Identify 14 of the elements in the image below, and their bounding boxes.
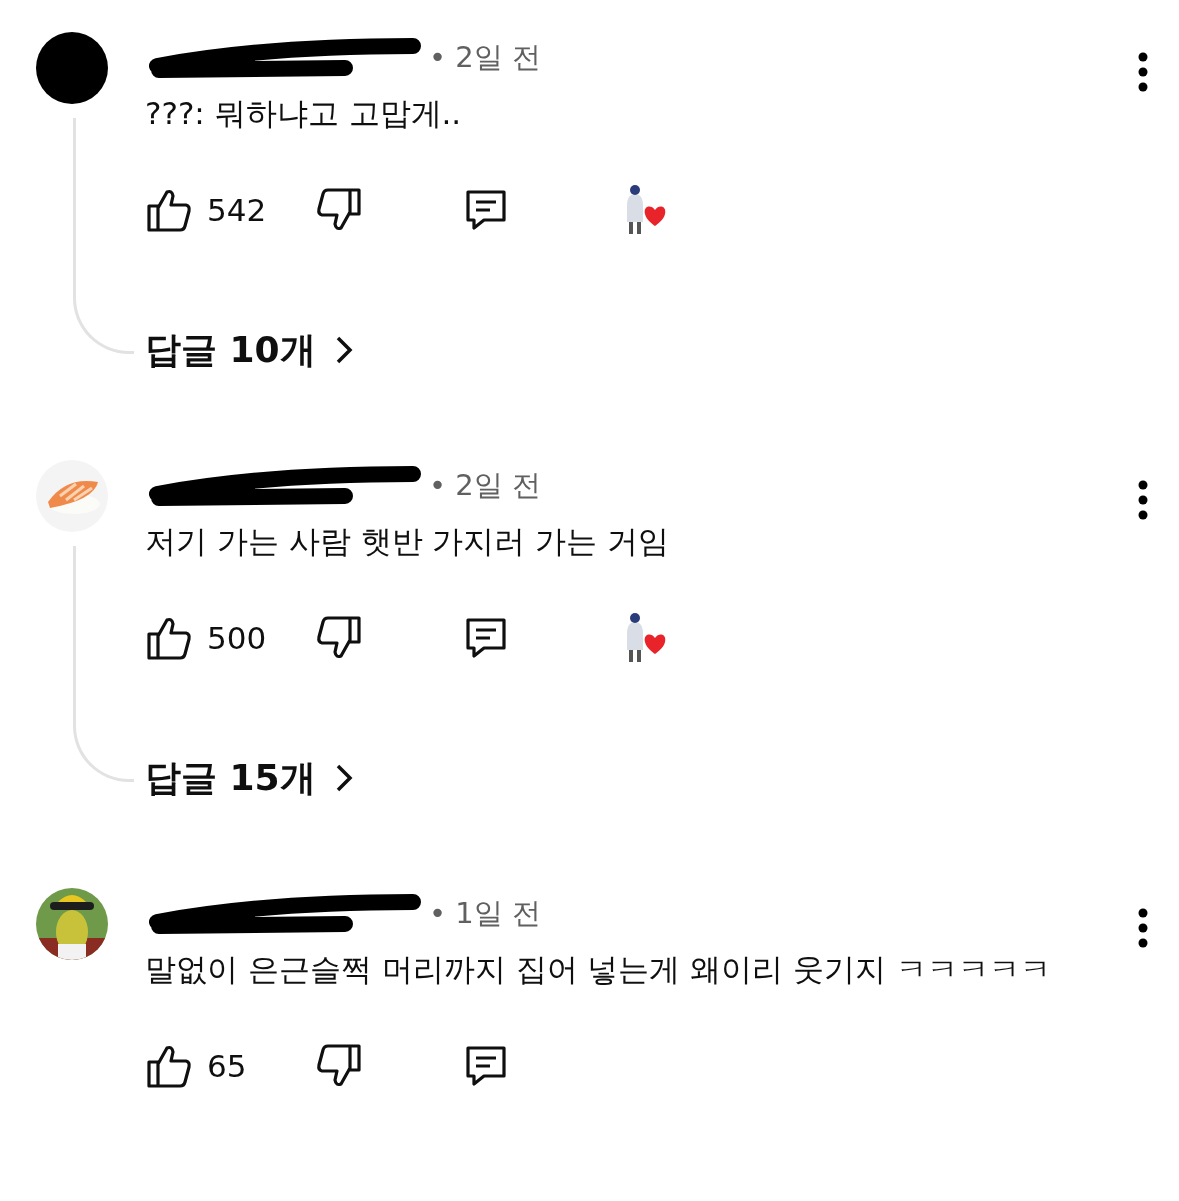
comment-text: ???: 뭐하냐고 고맙게.. (145, 94, 463, 133)
like-count: 65 (207, 1048, 247, 1084)
replies-link[interactable]: 답글 15개 (145, 748, 356, 808)
comment-text: 저기 가는 사람 햇반 가지러 가는 거임 (145, 522, 671, 561)
more-options-icon[interactable] (1137, 480, 1149, 520)
comment-time: • 1일 전 (429, 895, 541, 932)
more-options-icon[interactable] (1137, 908, 1149, 948)
more-options-icon[interactable] (1137, 52, 1149, 92)
comment-time: • 2일 전 (429, 39, 541, 76)
comment-time: • 2일 전 (429, 467, 541, 504)
like-count: 542 (207, 192, 267, 228)
comment-text: 말없이 은근슬쩍 머리까지 집어 넣는게 왜이리 웃기지 ㅋㅋㅋㅋㅋ (145, 950, 1052, 989)
replies-link[interactable]: 답글 10개 (145, 320, 356, 380)
like-count: 500 (207, 620, 267, 656)
